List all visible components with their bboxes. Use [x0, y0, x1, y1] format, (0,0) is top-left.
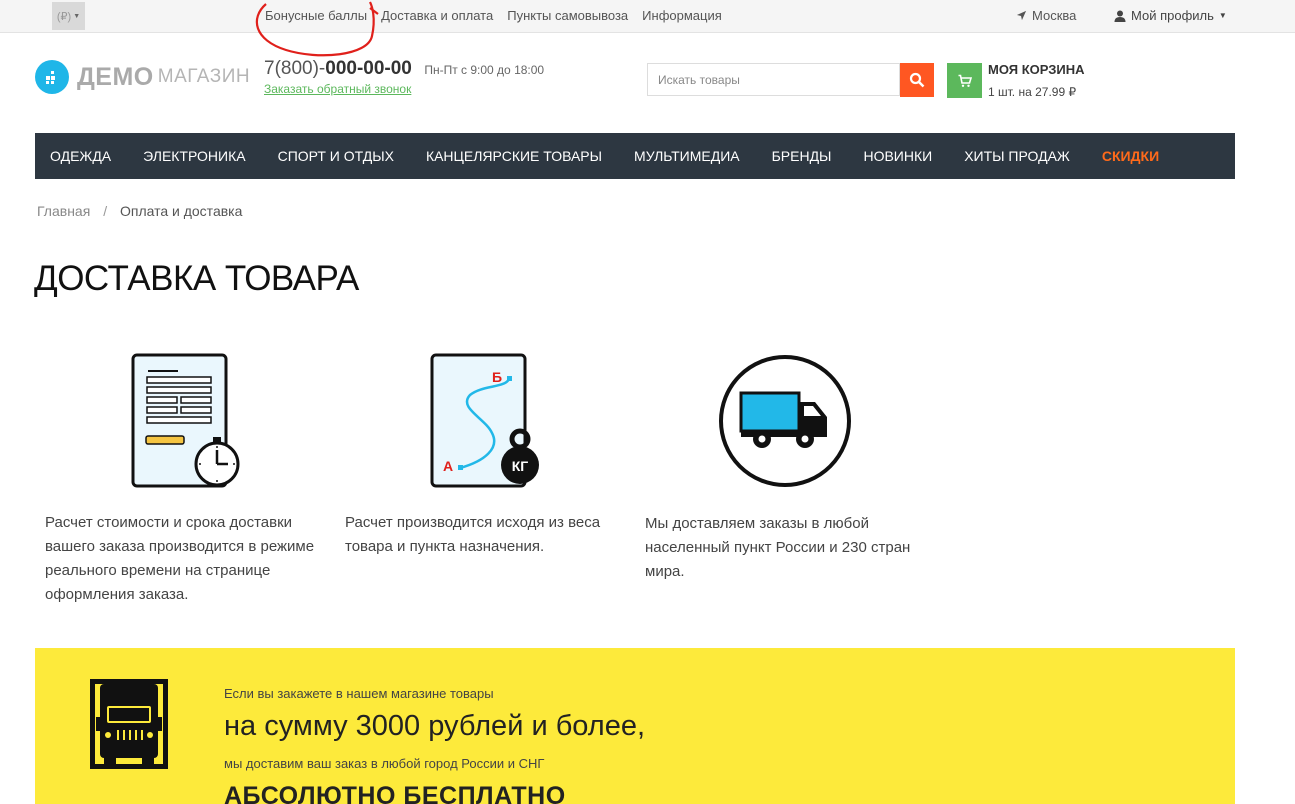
free-delivery-banner: Если вы закажете в нашем магазине товары… [35, 648, 1235, 804]
main-nav: ОДЕЖДА ЭЛЕКТРОНИКА СПОРТ И ОТДЫХ КАНЦЕЛЯ… [35, 133, 1235, 179]
logo-text: ДЕМО [77, 62, 154, 91]
phone-block: 7(800)-000-00-00 Пн-Пт с 9:00 до 18:00 [264, 58, 544, 80]
banner-line-3: мы доставим ваш заказ в любой город Росс… [224, 756, 545, 771]
document-clock-icon [131, 353, 240, 488]
weight-label: КГ [512, 458, 529, 474]
nav-item-bestsellers[interactable]: ХИТЫ ПРОДАЖ [964, 148, 1070, 164]
breadcrumb-home[interactable]: Главная [37, 203, 90, 219]
feature-text-coverage: Мы доставляем заказы в любой населенный … [645, 515, 911, 580]
banner-line-4: АБСОЛЮТНО БЕСПЛАТНО [224, 782, 566, 804]
phone-main: 000-00-00 [325, 58, 412, 79]
work-hours: Пн-Пт с 9:00 до 18:00 [424, 63, 545, 77]
currency-label: (₽) [56, 10, 72, 23]
banner-line-2: на сумму 3000 рублей и более, [224, 710, 646, 742]
top-link-pickup[interactable]: Пункты самовывоза [507, 8, 628, 23]
phone-number: 7(800)-000-00-00 [264, 58, 412, 79]
nav-item-electronics[interactable]: ЭЛЕКТРОНИКА [143, 148, 245, 164]
truck-front-icon [90, 679, 168, 769]
breadcrumb-separator: / [103, 203, 108, 219]
nav-item-multimedia[interactable]: МУЛЬТИМЕДИА [634, 148, 740, 164]
cart-summary: 1 шт. на 27.99 ₽ [988, 85, 1077, 99]
breadcrumb: Главная / Оплата и доставка [37, 203, 242, 219]
currency-selector[interactable]: (₽) ▼ [52, 2, 85, 30]
user-icon [1114, 10, 1126, 22]
top-link-delivery[interactable]: Доставка и оплата [381, 8, 493, 23]
nav-item-brands[interactable]: БРЕНДЫ [772, 148, 832, 164]
nav-item-new[interactable]: НОВИНКИ [863, 148, 932, 164]
breadcrumb-current: Оплата и доставка [119, 203, 243, 219]
map-weight-icon: А Б КГ [430, 353, 539, 488]
logo-icon [35, 60, 69, 94]
location-arrow-icon [1016, 10, 1027, 21]
map-point-b: Б [492, 369, 502, 385]
nav-item-clothing[interactable]: ОДЕЖДА [50, 148, 111, 164]
nav-item-stationery[interactable]: КАНЦЕЛЯРСКИЕ ТОВАРЫ [426, 148, 602, 164]
top-bar: (₽) ▼ Бонусные баллы Доставка и оплата П… [0, 0, 1295, 33]
search-button[interactable] [900, 63, 934, 97]
logo[interactable]: ДЕМО МАГАЗИН [35, 60, 250, 94]
feature-text-weight: Расчет производится исходя из веса товар… [345, 514, 601, 555]
chevron-down-icon: ▼ [1218, 11, 1227, 20]
cart-title[interactable]: МОЯ КОРЗИНА [988, 62, 1085, 77]
callback-link[interactable]: Заказать обратный звонок [264, 82, 411, 96]
top-link-info[interactable]: Информация [642, 8, 722, 23]
search-input[interactable] [647, 63, 900, 96]
search-icon [909, 72, 925, 88]
city-selector[interactable]: Москва [1016, 8, 1076, 23]
cart-icon [958, 74, 972, 87]
truck-icon [719, 355, 851, 487]
nav-item-sale[interactable]: СКИДКИ [1102, 148, 1159, 164]
top-link-bonus[interactable]: Бонусные баллы [265, 8, 367, 23]
city-label: Москва [1032, 8, 1077, 23]
phone-prefix: 7(800)- [264, 58, 326, 79]
logo-subtext: МАГАЗИН [157, 66, 251, 87]
chevron-down-icon: ▼ [73, 12, 81, 20]
profile-menu[interactable]: Мой профиль ▼ [1114, 8, 1227, 23]
banner-line-1: Если вы закажете в нашем магазине товары [224, 686, 494, 701]
page-title: ДОСТАВКА ТОВАРА [34, 259, 359, 298]
feature-text-realtime: Расчет стоимости и срока доставки вашего… [45, 514, 315, 603]
top-links: Бонусные баллы Доставка и оплата Пункты … [265, 8, 722, 23]
cart-button[interactable] [947, 63, 982, 98]
map-point-a: А [443, 458, 453, 474]
profile-label: Мой профиль [1131, 8, 1214, 23]
nav-item-sport[interactable]: СПОРТ И ОТДЫХ [278, 148, 394, 164]
